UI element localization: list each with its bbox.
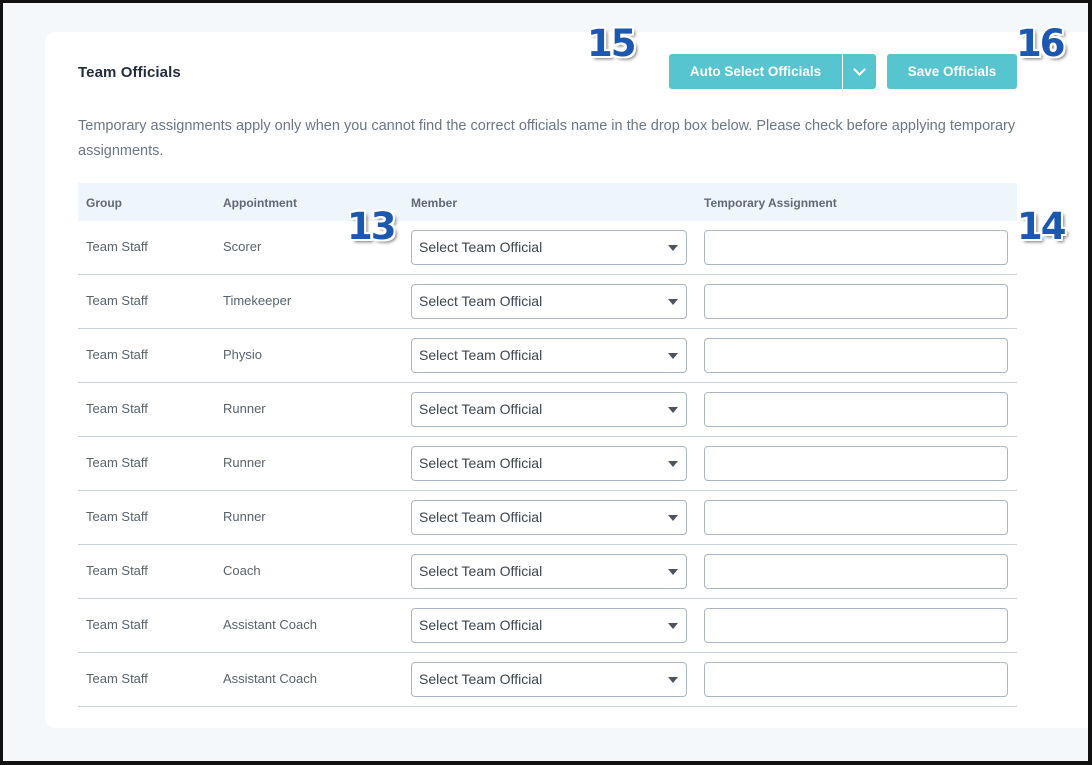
group-cell: Team Staff [86, 347, 148, 362]
appointment-cell: Assistant Coach [223, 671, 317, 686]
group-cell: Team Staff [86, 401, 148, 416]
temporary-assignment-input[interactable] [704, 284, 1008, 319]
dropdown-arrow-icon [668, 677, 678, 683]
section-title: Team Officials [78, 64, 181, 81]
group-cell: Team Staff [86, 239, 148, 254]
temporary-assignment-notice: Temporary assignments apply only when yo… [78, 118, 1016, 159]
chevron-down-icon [853, 63, 866, 76]
table-row: Team Staff Runner Select Team Official [78, 437, 1017, 491]
table-row: Team Staff Assistant Coach Select Team Off… [78, 653, 1017, 707]
temporary-assignment-input[interactable] [704, 338, 1008, 373]
appointment-cell: Runner [223, 455, 266, 470]
dropdown-arrow-icon [668, 353, 678, 359]
appointment-cell: Runner [223, 509, 266, 524]
dropdown-arrow-icon [668, 245, 678, 251]
group-cell: Team Staff [86, 617, 148, 632]
auto-select-dropdown-button[interactable] [843, 54, 876, 89]
temporary-assignment-input[interactable] [704, 662, 1008, 697]
table-row: Team Staff Timekeeper Select Team Official [78, 275, 1017, 329]
dropdown-arrow-icon [668, 461, 678, 467]
dropdown-arrow-icon [668, 299, 678, 305]
member-select[interactable]: Select Team Official [411, 554, 687, 589]
table-row: Team Staff Runner Select Team Official [78, 383, 1017, 437]
temporary-assignment-input[interactable] [704, 446, 1008, 481]
table-row: Team Staff Scorer Select Team Official [78, 221, 1017, 275]
group-cell: Team Staff [86, 671, 148, 686]
temporary-assignment-input[interactable] [704, 392, 1008, 427]
table-row: Team Staff Physio Select Team Official [78, 329, 1017, 383]
temporary-assignment-input[interactable] [704, 554, 1008, 589]
dropdown-arrow-icon [668, 623, 678, 629]
auto-select-officials-button[interactable]: Auto Select Officials [669, 54, 842, 89]
annotation-marker-14: 14 [1017, 205, 1066, 248]
dropdown-arrow-icon [668, 569, 678, 575]
member-select[interactable]: Select Team Official [411, 284, 687, 319]
appointment-cell: Coach [223, 563, 261, 578]
column-header-member: Member [411, 196, 458, 210]
dropdown-arrow-icon [668, 407, 678, 413]
table-row: Team Staff Runner Select Team Official [78, 491, 1017, 545]
member-select-value: Select Team Official [419, 617, 543, 633]
appointment-cell: Runner [223, 401, 266, 416]
group-cell: Team Staff [86, 563, 148, 578]
member-select[interactable]: Select Team Official [411, 392, 687, 427]
member-select-value: Select Team Official [419, 563, 543, 579]
group-cell: Team Staff [86, 455, 148, 470]
appointment-cell: Timekeeper [223, 293, 292, 308]
member-select[interactable]: Select Team Official [411, 338, 687, 373]
column-header-temporary-assignment: Temporary Assignment [704, 196, 837, 210]
annotation-marker-16: 16 [1016, 22, 1065, 65]
annotation-marker-15: 15 [587, 22, 636, 65]
table-row: Team Staff Coach Select Team Official [78, 545, 1017, 599]
member-select-value: Select Team Official [419, 239, 543, 255]
table-header: Group Appointment Member Temporary Assig… [78, 183, 1017, 221]
table-row: Team Staff Assistant Coach Select Team Off… [78, 599, 1017, 653]
save-officials-button[interactable]: Save Officials [887, 54, 1017, 89]
temporary-assignment-input[interactable] [704, 500, 1008, 535]
member-select-value: Select Team Official [419, 671, 543, 687]
group-cell: Team Staff [86, 293, 148, 308]
temporary-assignment-input[interactable] [704, 230, 1008, 265]
column-header-group: Group [86, 196, 122, 210]
member-select-value: Select Team Official [419, 347, 543, 363]
dropdown-arrow-icon [668, 515, 678, 521]
column-header-appointment: Appointment [223, 196, 297, 210]
member-select[interactable]: Select Team Official [411, 608, 687, 643]
appointment-cell: Assistant Coach [223, 617, 317, 632]
member-select-value: Select Team Official [419, 293, 543, 309]
member-select[interactable]: Select Team Official [411, 446, 687, 481]
annotation-marker-13: 13 [347, 205, 396, 248]
group-cell: Team Staff [86, 509, 148, 524]
member-select-value: Select Team Official [419, 401, 543, 417]
appointment-cell: Scorer [223, 239, 262, 254]
temporary-assignment-input[interactable] [704, 608, 1008, 643]
member-select[interactable]: Select Team Official [411, 230, 687, 265]
member-select-value: Select Team Official [419, 509, 543, 525]
member-select[interactable]: Select Team Official [411, 662, 687, 697]
appointment-cell: Physio [223, 347, 263, 362]
member-select[interactable]: Select Team Official [411, 500, 687, 535]
member-select-value: Select Team Official [419, 455, 543, 471]
